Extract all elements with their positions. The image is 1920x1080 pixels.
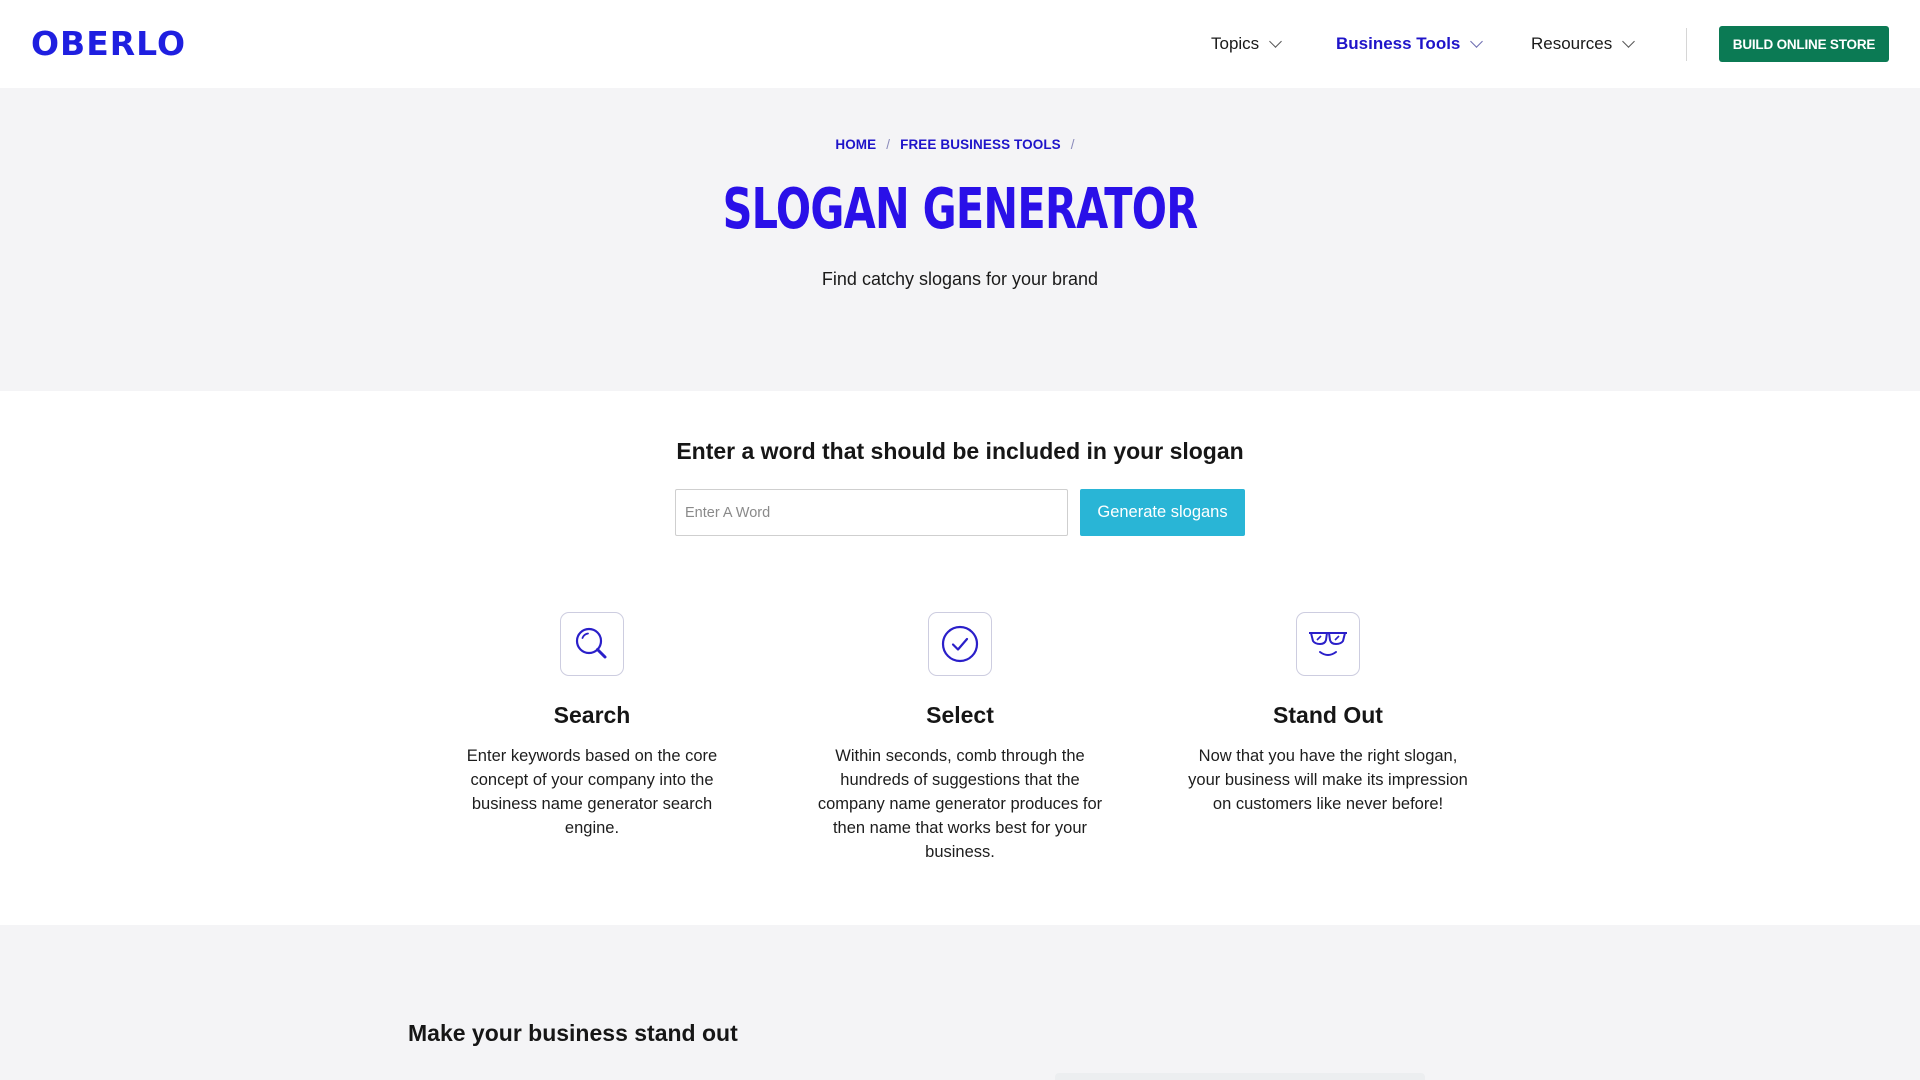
generate-slogans-button[interactable]: Generate slogans bbox=[1080, 489, 1245, 536]
nav-business-tools[interactable]: Business Tools bbox=[1336, 0, 1484, 88]
feature-description: Now that you have the right slogan, your… bbox=[1188, 747, 1468, 813]
nav-topics[interactable]: Topics bbox=[1211, 0, 1283, 88]
feature-search: Search Enter keywords based on the core … bbox=[432, 612, 752, 840]
magnifier-icon bbox=[560, 612, 624, 676]
nav-resources-label: Resources bbox=[1531, 34, 1613, 53]
breadcrumb-free-business-tools[interactable]: FREE BUSINESS TOOLS bbox=[900, 137, 1061, 152]
feature-description: Enter keywords based on the core concept… bbox=[466, 747, 718, 837]
generator-heading: Enter a word that should be included in … bbox=[676, 438, 1244, 464]
word-input[interactable] bbox=[675, 489, 1068, 536]
build-online-store-button[interactable]: BUILD ONLINE STORE bbox=[1719, 26, 1889, 62]
feature-stand-out: Stand Out Now that you have the right sl… bbox=[1168, 612, 1488, 816]
oberlo-logo[interactable]: OBERLO bbox=[31, 27, 186, 61]
check-circle-icon bbox=[928, 612, 992, 676]
feature-description: Within seconds, comb through the hundred… bbox=[817, 747, 1103, 861]
chevron-down-icon bbox=[1622, 34, 1636, 48]
feature-title: Search bbox=[553, 702, 631, 728]
nav-resources[interactable]: Resources bbox=[1531, 0, 1636, 88]
feature-select: Select Within seconds, comb through the … bbox=[800, 612, 1120, 864]
page-title: SLOGAN GENERATOR bbox=[722, 177, 1199, 242]
breadcrumb: HOME / FREE BUSINESS TOOLS / bbox=[0, 137, 1920, 152]
chevron-down-icon bbox=[1269, 34, 1283, 48]
page-subtitle: Find catchy slogans for your brand bbox=[821, 269, 1099, 289]
sunglasses-face-icon bbox=[1296, 612, 1360, 676]
breadcrumb-separator: / bbox=[1070, 137, 1075, 152]
bottom-section: Make your business stand out bbox=[0, 925, 1920, 1080]
image-card bbox=[1055, 1073, 1425, 1080]
breadcrumb-separator: / bbox=[886, 137, 891, 152]
feature-title: Select bbox=[926, 702, 994, 728]
feature-title: Stand Out bbox=[1273, 702, 1383, 728]
breadcrumb-home[interactable]: HOME bbox=[835, 137, 876, 152]
nav-business-tools-label: Business Tools bbox=[1336, 34, 1461, 53]
logo-text: OBERLO bbox=[31, 24, 187, 63]
chevron-down-icon bbox=[1470, 34, 1484, 48]
nav-divider bbox=[1686, 28, 1687, 61]
section-heading: Make your business stand out bbox=[408, 1020, 738, 1046]
nav-topics-label: Topics bbox=[1211, 34, 1260, 53]
site-header: OBERLO Topics Business Tools Resources B… bbox=[0, 0, 1920, 88]
